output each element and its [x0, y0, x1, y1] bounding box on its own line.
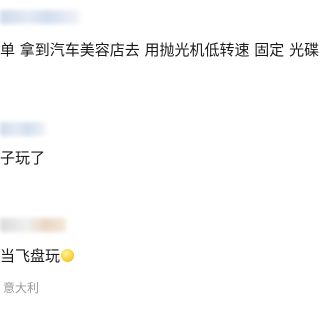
blurred-username[interactable]	[0, 10, 80, 24]
blurred-username[interactable]	[0, 218, 66, 232]
smiling-face-emoji-icon	[61, 249, 75, 262]
comment-item: 单 拿到汽车美容店去 用抛光机低转速 固定 光碟	[0, 0, 319, 80]
comment-item: 当飞盘玩 意大利	[0, 210, 311, 310]
comment-location: 意大利	[3, 281, 40, 295]
comment-text: 单 拿到汽车美容店去 用抛光机低转速 固定 光碟	[0, 41, 320, 59]
blurred-username[interactable]	[0, 122, 46, 136]
comment-text: 当飞盘玩	[0, 246, 75, 266]
comment-text-content: 当飞盘玩	[0, 247, 61, 265]
comment-text: 子玩了	[0, 149, 46, 167]
comment-item: 子玩了	[0, 110, 311, 190]
